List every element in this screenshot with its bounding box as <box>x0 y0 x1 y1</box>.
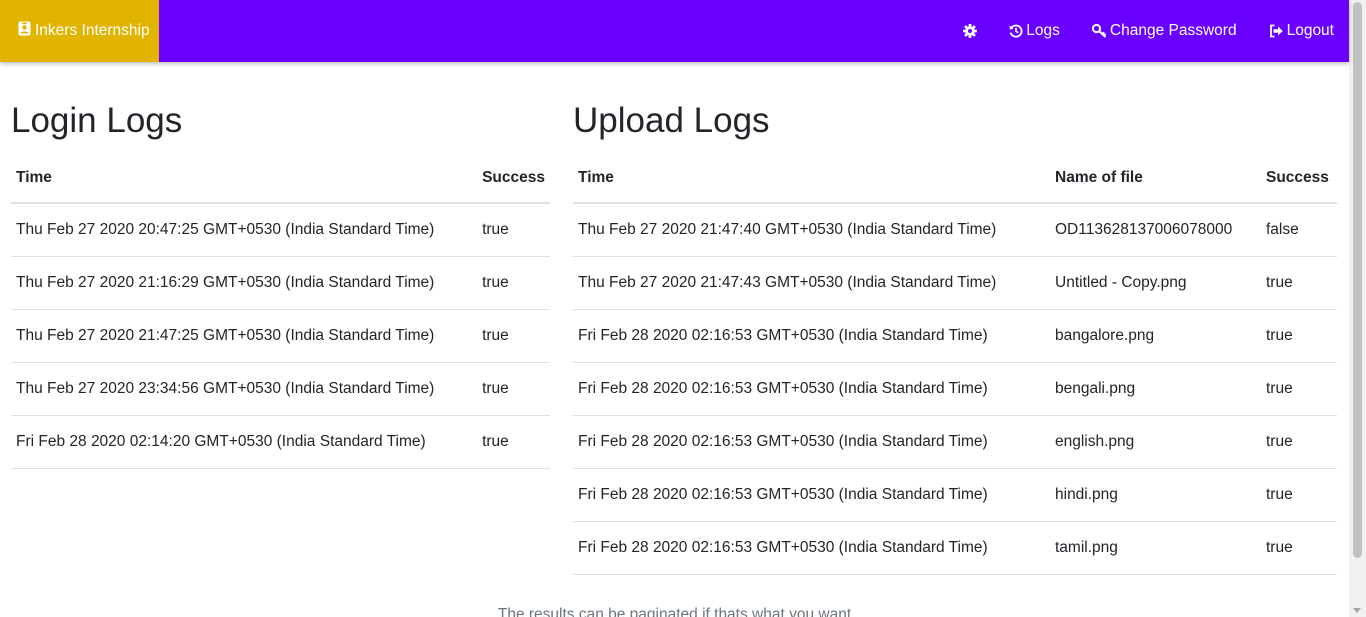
cell-file-name: bangalore.png <box>1050 309 1261 363</box>
table-header-row: Time Name of file Success <box>573 153 1337 204</box>
cell-success: true <box>1261 256 1337 310</box>
login-logs-title: Login Logs <box>11 101 183 140</box>
id-badge-icon <box>18 21 31 41</box>
cell-time: Thu Feb 27 2020 23:34:56 GMT+0530 (India… <box>11 362 478 416</box>
pagination-note: The results can be paginated if thats wh… <box>497 606 852 617</box>
top-navbar: Inkers Internship Logs Change Password L… <box>0 0 1349 62</box>
gear-icon <box>963 24 978 38</box>
cell-time: Fri Feb 28 2020 02:16:53 GMT+0530 (India… <box>573 468 1050 522</box>
cell-time: Fri Feb 28 2020 02:16:53 GMT+0530 (India… <box>573 362 1050 416</box>
cell-success: true <box>1261 521 1337 575</box>
cell-time: Fri Feb 28 2020 02:16:53 GMT+0530 (India… <box>573 521 1050 575</box>
logout-label: Logout <box>1286 22 1334 39</box>
column-header-success: Success <box>1261 153 1337 204</box>
cell-time: Fri Feb 28 2020 02:14:20 GMT+0530 (India… <box>11 415 478 469</box>
table-row: Thu Feb 27 2020 21:47:40 GMT+0530 (India… <box>573 203 1337 257</box>
brand-label: Inkers Internship <box>35 22 150 39</box>
cell-success: true <box>1261 362 1337 416</box>
table-row: Fri Feb 28 2020 02:16:53 GMT+0530 (India… <box>573 468 1337 522</box>
cell-file-name: english.png <box>1050 415 1261 469</box>
cell-success: true <box>477 309 550 363</box>
cell-success: true <box>477 203 550 257</box>
cell-success: true <box>1261 415 1337 469</box>
cell-file-name: hindi.png <box>1050 468 1261 522</box>
table-row: Thu Feb 27 2020 23:34:56 GMT+0530 (India… <box>11 362 550 416</box>
table-row: Thu Feb 27 2020 21:47:25 GMT+0530 (India… <box>11 309 550 363</box>
key-icon <box>1091 24 1107 38</box>
upload-logs-title: Upload Logs <box>573 101 770 140</box>
logs-label: Logs <box>1026 22 1060 39</box>
page-scrollbar[interactable] <box>1349 0 1366 617</box>
brand-link[interactable]: Inkers Internship <box>0 0 159 62</box>
cell-success: true <box>477 415 550 469</box>
cell-file-name: bengali.png <box>1050 362 1261 416</box>
table-row: Fri Feb 28 2020 02:16:53 GMT+0530 (India… <box>573 415 1337 469</box>
cell-success: true <box>1261 309 1337 363</box>
table-row: Fri Feb 28 2020 02:14:20 GMT+0530 (India… <box>11 415 550 469</box>
cell-time: Thu Feb 27 2020 21:47:25 GMT+0530 (India… <box>11 309 478 363</box>
change-password-link[interactable]: Change Password <box>1091 22 1237 40</box>
cell-time: Thu Feb 27 2020 20:47:25 GMT+0530 (India… <box>11 203 478 257</box>
cell-success: false <box>1261 203 1337 257</box>
logs-link[interactable]: Logs <box>1009 22 1060 40</box>
upload-logs-section: Upload Logs Time Name of file Success Th… <box>573 62 1337 575</box>
column-header-time: Time <box>573 153 1050 204</box>
scroll-down-arrow-icon[interactable] <box>1353 608 1361 613</box>
upload-logs-table: Time Name of file Success Thu Feb 27 202… <box>573 153 1337 575</box>
cell-time: Thu Feb 27 2020 21:16:29 GMT+0530 (India… <box>11 256 478 310</box>
table-row: Thu Feb 27 2020 20:47:25 GMT+0530 (India… <box>11 203 550 257</box>
table-header-row: Time Success <box>11 153 550 204</box>
nav-menu: Logs Change Password Logout <box>931 0 1349 62</box>
column-header-time: Time <box>11 153 478 204</box>
settings-button[interactable] <box>963 24 978 38</box>
login-logs-section: Login Logs Time Success Thu Feb 27 2020 … <box>11 62 550 469</box>
cell-file-name: Untitled - Copy.png <box>1050 256 1261 310</box>
change-password-label: Change Password <box>1109 22 1237 39</box>
table-row: Fri Feb 28 2020 02:16:53 GMT+0530 (India… <box>573 309 1337 363</box>
cell-time: Thu Feb 27 2020 21:47:40 GMT+0530 (India… <box>573 203 1050 257</box>
history-icon <box>1009 24 1023 38</box>
cell-file-name: tamil.png <box>1050 521 1261 575</box>
logout-link[interactable]: Logout <box>1269 22 1334 40</box>
column-header-file-name: Name of file <box>1050 153 1261 204</box>
column-header-success: Success <box>477 153 550 204</box>
table-row: Thu Feb 27 2020 21:16:29 GMT+0530 (India… <box>11 256 550 310</box>
scrollbar-thumb[interactable] <box>1353 2 1362 558</box>
table-row: Fri Feb 28 2020 02:16:53 GMT+0530 (India… <box>573 362 1337 416</box>
table-row: Thu Feb 27 2020 21:47:43 GMT+0530 (India… <box>573 256 1337 310</box>
login-logs-table: Time Success Thu Feb 27 2020 20:47:25 GM… <box>11 153 550 469</box>
cell-time: Fri Feb 28 2020 02:16:53 GMT+0530 (India… <box>573 415 1050 469</box>
cell-success: true <box>1261 468 1337 522</box>
cell-file-name: OD113628137006078000 <box>1050 203 1261 257</box>
cell-time: Fri Feb 28 2020 02:16:53 GMT+0530 (India… <box>573 309 1050 363</box>
cell-time: Thu Feb 27 2020 21:47:43 GMT+0530 (India… <box>573 256 1050 310</box>
table-row: Fri Feb 28 2020 02:16:53 GMT+0530 (India… <box>573 521 1337 575</box>
sign-out-icon <box>1269 24 1284 38</box>
cell-success: true <box>477 362 550 416</box>
cell-success: true <box>477 256 550 310</box>
